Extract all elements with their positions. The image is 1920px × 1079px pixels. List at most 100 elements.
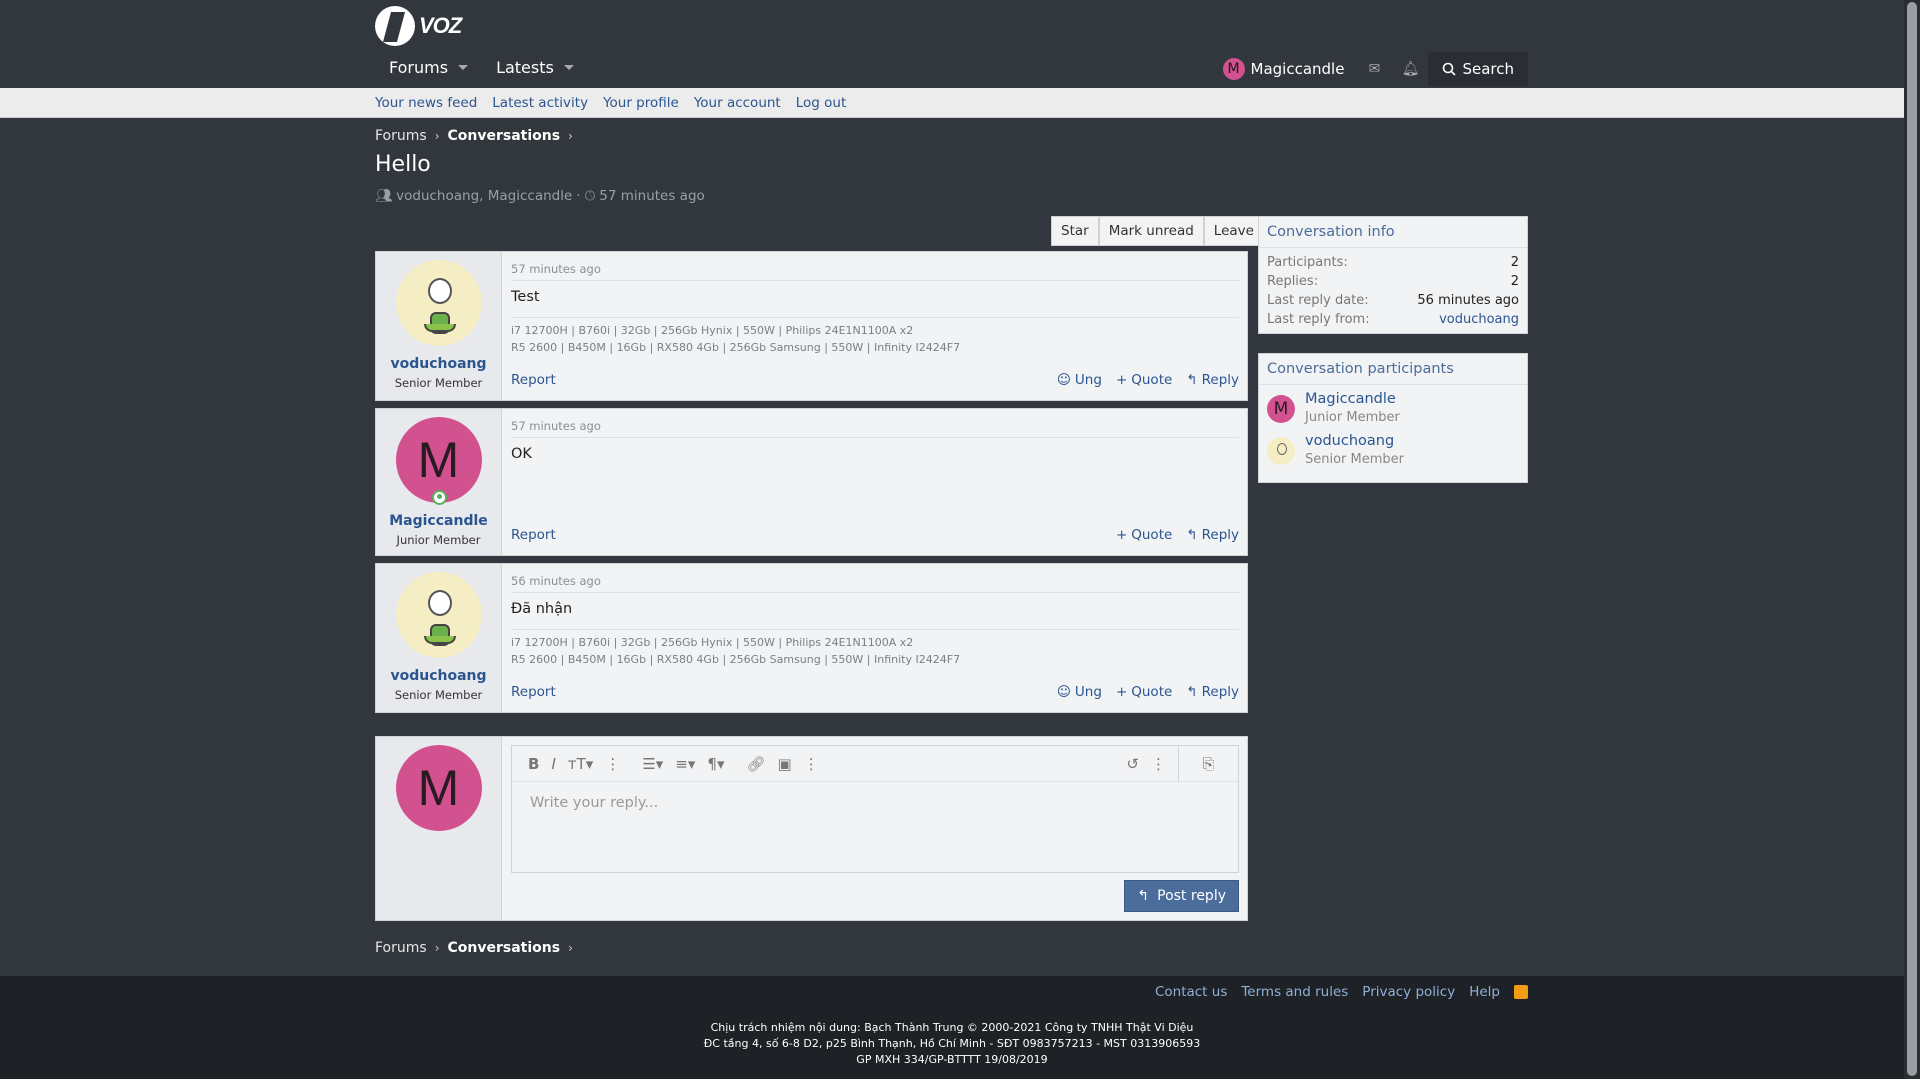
reply-form: M B I ᴛT▾ ⋮ ☰▾ ≡▾ ¶▾ 🔗︎ ▣ ⋮ ↺ ⋮ ⎘ Write … (375, 736, 1248, 921)
text-size-icon[interactable]: ᴛT▾ (568, 755, 593, 773)
scrollbar-thumb[interactable] (1907, 2, 1917, 1076)
more-options-icon[interactable]: ⋮ (605, 755, 620, 773)
page-title: Hello (375, 152, 431, 177)
meta-separator: · (576, 188, 581, 204)
logo-mark (375, 6, 415, 46)
info-value: 2 (1510, 274, 1519, 289)
breadcrumb-conversations[interactable]: Conversations (448, 940, 561, 956)
star-button[interactable]: Star (1051, 216, 1099, 246)
nav-tab-latests[interactable]: Latests (482, 54, 588, 81)
footer-contact-us[interactable]: Contact us (1155, 984, 1227, 1000)
site-logo[interactable]: VOZ (375, 6, 462, 46)
link-icon[interactable]: 🔗︎ (746, 755, 765, 773)
avatar[interactable] (395, 572, 482, 658)
chevron-down-icon[interactable] (458, 65, 469, 70)
quote-label: Quote (1131, 372, 1173, 388)
undo-icon[interactable]: ↺ (1126, 755, 1139, 773)
preview-icon[interactable]: ⎘ (1178, 745, 1238, 782)
leave-button[interactable]: Leave (1203, 216, 1264, 246)
subnav-news-feed[interactable]: Your news feed (375, 95, 477, 111)
reply-icon: ↰ (1186, 527, 1198, 543)
message-username[interactable]: Magiccandle (376, 513, 501, 529)
report-link[interactable]: Report (511, 527, 556, 543)
subnav-your-account[interactable]: Your account (694, 95, 781, 111)
report-link[interactable]: Report (511, 372, 556, 388)
chevron-right-icon: › (568, 941, 573, 955)
search-button[interactable]: Search (1428, 52, 1528, 86)
footer-line: Chịu trách nhiệm nội dung: Bạch Thành Tr… (710, 1021, 1194, 1034)
message-username[interactable]: voduchoang (376, 668, 501, 684)
quote-button[interactable]: + Quote (1116, 684, 1172, 700)
paragraph-icon[interactable]: ¶▾ (707, 755, 724, 773)
mark-unread-button[interactable]: Mark unread (1098, 216, 1204, 246)
avatar[interactable] (1267, 437, 1295, 465)
post-reply-button[interactable]: ↰ Post reply (1124, 880, 1239, 912)
reply-button[interactable]: ↰ Reply (1186, 527, 1239, 543)
reply-label: Reply (1201, 527, 1239, 543)
participant-title: Senior Member (1305, 452, 1405, 467)
message-time[interactable]: 57 minutes ago (511, 419, 1239, 438)
reply-button[interactable]: ↰ Reply (1186, 372, 1239, 388)
info-value: 2 (1510, 255, 1519, 270)
mail-icon[interactable]: ✉ (1356, 54, 1392, 84)
participant-item: M Magiccandle Junior Member (1259, 385, 1527, 427)
chevron-down-icon[interactable] (563, 65, 574, 70)
avatar[interactable]: M (395, 745, 482, 831)
subnav-log-out[interactable]: Log out (796, 95, 847, 111)
footer-terms[interactable]: Terms and rules (1241, 984, 1348, 1000)
search-icon (1443, 62, 1457, 76)
search-label: Search (1462, 60, 1514, 78)
page-scrollbar[interactable] (1904, 0, 1920, 1079)
participant-item: voduchoang Senior Member (1259, 427, 1527, 469)
more-options-icon[interactable]: ⋮ (1151, 755, 1166, 773)
footer-privacy[interactable]: Privacy policy (1362, 984, 1455, 1000)
message-user: voduchoang Senior Member (376, 252, 502, 400)
reply-user: M (376, 737, 502, 920)
participants-list[interactable]: voduchoang, Magiccandle (396, 188, 572, 204)
breadcrumb-forums[interactable]: Forums (375, 940, 427, 956)
message-username[interactable]: voduchoang (376, 356, 501, 372)
message-body: Test (511, 289, 540, 305)
nav-tab-forums[interactable]: Forums (375, 54, 482, 81)
more-options-icon[interactable]: ⋮ (804, 755, 819, 773)
bold-icon[interactable]: B (528, 755, 539, 773)
message-time[interactable]: 56 minutes ago (511, 574, 1239, 593)
rss-icon[interactable] (1514, 985, 1528, 999)
italic-icon[interactable]: I (551, 755, 555, 773)
account-menu[interactable]: M Magiccandle (1211, 58, 1357, 80)
react-button[interactable]: ☺ Ung (1057, 372, 1102, 388)
subnav-latest-activity[interactable]: Latest activity (492, 95, 588, 111)
conversation-time: 57 minutes ago (599, 188, 705, 204)
nav-forums-label: Forums (389, 58, 449, 77)
avatar[interactable]: M (395, 417, 482, 505)
align-icon[interactable]: ≡▾ (675, 755, 695, 773)
message-body: Đã nhận (511, 601, 573, 617)
quote-button[interactable]: + Quote (1116, 372, 1172, 388)
react-button[interactable]: ☺ Ung (1057, 684, 1102, 700)
participant-name[interactable]: voduchoang (1305, 433, 1404, 449)
list-icon[interactable]: ☰▾ (642, 755, 663, 773)
message-footer: Report + Quote ↰ Reply (511, 527, 1239, 543)
last-reply-user-link[interactable]: voduchoang (1439, 310, 1519, 329)
reply-input[interactable]: Write your reply... (512, 782, 1238, 824)
report-link[interactable]: Report (511, 684, 556, 700)
breadcrumb-forums[interactable]: Forums (375, 128, 427, 144)
page-meta: 👥︎ voduchoang, Magiccandle · 🕓︎ 57 minut… (375, 188, 705, 204)
image-icon[interactable]: ▣ (778, 755, 792, 773)
quote-button[interactable]: + Quote (1116, 527, 1172, 543)
footer-help[interactable]: Help (1469, 984, 1500, 1000)
reply-button[interactable]: ↰ Reply (1186, 684, 1239, 700)
info-label: Last reply from: (1267, 312, 1370, 327)
participant-name[interactable]: Magiccandle (1305, 391, 1400, 407)
reply-icon: ↰ (1137, 888, 1150, 904)
signature-line: i7 12700H | B760i | 32Gb | 256Gb Hynix |… (511, 636, 914, 649)
avatar[interactable] (395, 260, 482, 346)
message-time[interactable]: 57 minutes ago (511, 262, 1239, 281)
conversation-participants: Conversation participants M Magiccandle J… (1258, 353, 1528, 483)
subnav-your-profile[interactable]: Your profile (603, 95, 679, 111)
avatar[interactable]: M (1267, 395, 1295, 423)
react-label: Ung (1074, 372, 1102, 388)
signature-line: i7 12700H | B760i | 32Gb | 256Gb Hynix |… (511, 324, 914, 337)
bell-icon[interactable]: 🔔︎ (1392, 54, 1428, 84)
breadcrumb-conversations[interactable]: Conversations (448, 128, 561, 144)
